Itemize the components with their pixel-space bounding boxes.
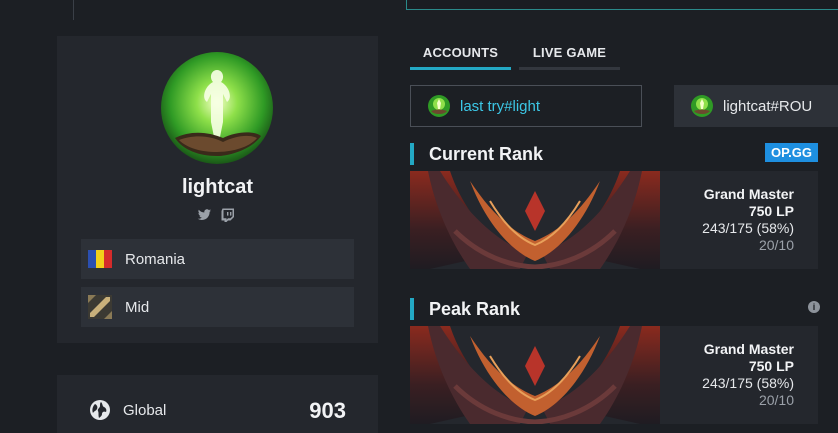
rank-record: 243/175 (58%) (702, 220, 794, 236)
peak-rank-card: Grand Master 750 LP 243/175 (58%) 20/10 (410, 326, 818, 424)
country-row: Romania (81, 239, 354, 279)
account-label: last try#light (460, 97, 541, 115)
peak-rank-title: Peak Rank (429, 299, 521, 319)
rank-lp: 750 LP (748, 203, 794, 219)
current-rank-details: Grand Master 750 LP 243/175 (58%) 20/10 (702, 186, 794, 254)
rank-record: 243/175 (58%) (702, 375, 794, 391)
peak-rank-header: Peak Rank i (410, 298, 820, 320)
section-accent-bar (410, 298, 414, 320)
role-row: Mid (81, 287, 354, 327)
tab-live-game[interactable]: LIVE GAME (519, 36, 620, 70)
grandmaster-emblem-icon (410, 326, 660, 424)
section-accent-bar (410, 143, 414, 165)
current-rank-title: Current Rank (429, 144, 544, 164)
account-label: lightcat#ROU (723, 97, 813, 115)
account-button-last-try[interactable]: last try#light (410, 85, 642, 127)
top-bar (0, 0, 838, 20)
account-avatar-icon (691, 95, 713, 117)
global-rank-card: Global 903 (57, 375, 378, 433)
info-icon[interactable]: i (808, 301, 820, 313)
summoner-name: lightcat (181, 176, 254, 198)
avatar (161, 52, 273, 164)
opgg-link[interactable]: OP.GG (765, 143, 818, 162)
rank-extra: 20/10 (758, 392, 794, 408)
top-divider (73, 0, 74, 20)
current-rank-header: Current Rank OP.GG (410, 143, 820, 165)
account-avatar-icon (428, 95, 450, 117)
country-label: Romania (125, 250, 186, 268)
rank-tier: Grand Master (703, 186, 794, 202)
romania-flag-icon (88, 247, 112, 271)
globe-icon (89, 399, 111, 421)
peak-rank-details: Grand Master 750 LP 243/175 (58%) 20/10 (702, 341, 794, 409)
global-rank-value: 903 (309, 398, 346, 423)
account-button-lightcat[interactable]: lightcat#ROU (674, 85, 838, 127)
rank-tier: Grand Master (703, 341, 794, 357)
twitch-icon[interactable] (220, 207, 236, 223)
social-links (196, 207, 236, 223)
tab-bar: ACCOUNTS LIVE GAME (410, 36, 620, 70)
profile-card: lightcat Romania Mid (57, 36, 378, 343)
search-input[interactable] (406, 0, 838, 10)
role-label: Mid (125, 298, 150, 316)
grandmaster-emblem-icon (410, 171, 660, 269)
twitter-icon[interactable] (196, 207, 212, 223)
rank-extra: 20/10 (758, 237, 794, 253)
tab-accounts[interactable]: ACCOUNTS (410, 36, 511, 70)
current-rank-card: Grand Master 750 LP 243/175 (58%) 20/10 (410, 171, 818, 269)
global-label: Global (123, 402, 167, 419)
mid-lane-icon (88, 295, 112, 319)
rank-lp: 750 LP (748, 358, 794, 374)
